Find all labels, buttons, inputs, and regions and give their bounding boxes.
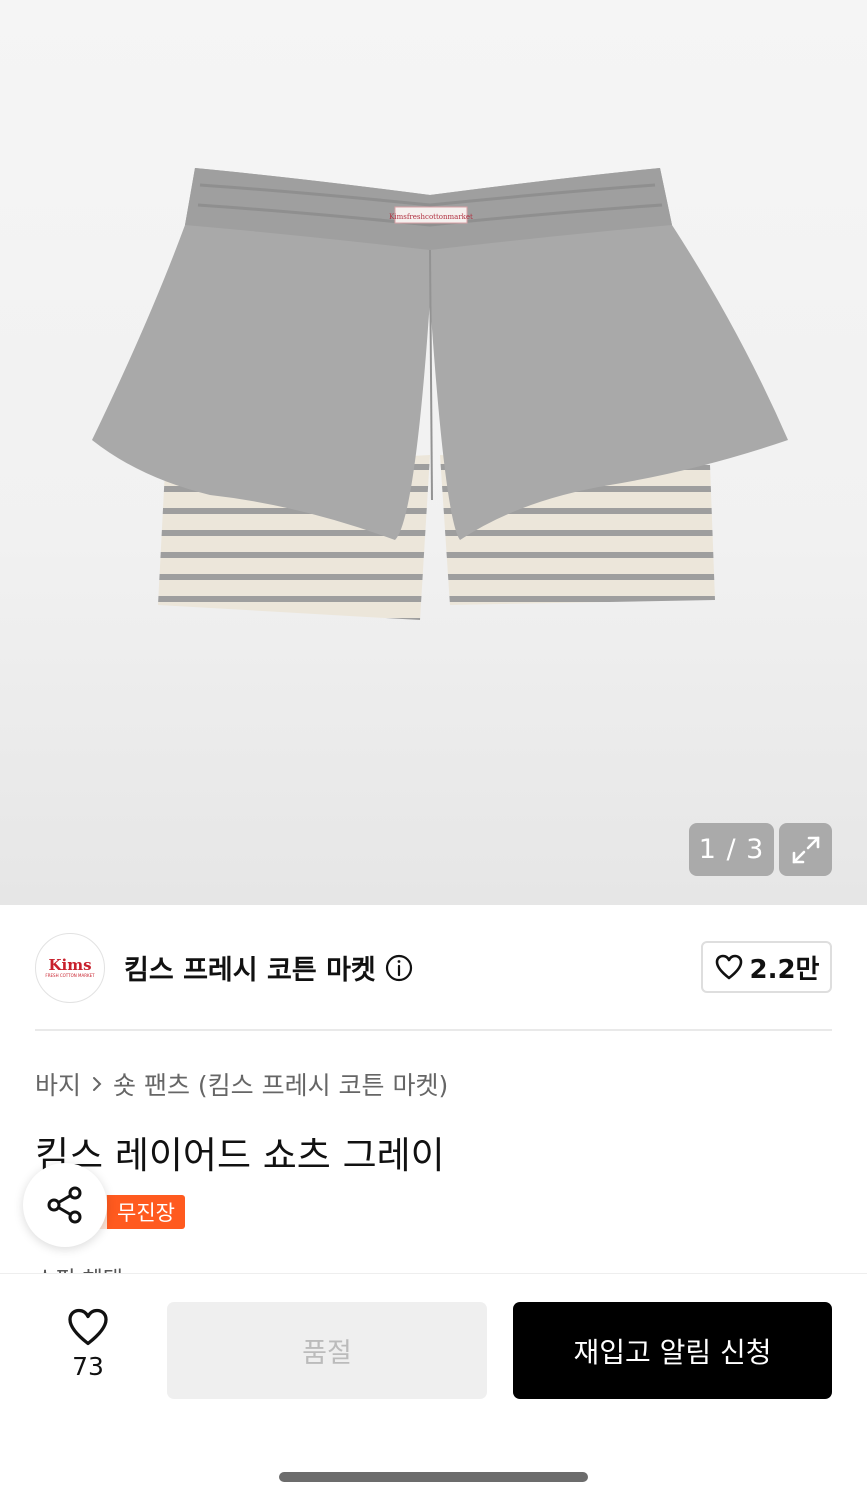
heart-icon xyxy=(68,1308,108,1346)
info-icon[interactable] xyxy=(384,953,414,983)
heart-icon xyxy=(715,954,742,980)
breadcrumb-subcategory[interactable]: 숏 팬츠 (킴스 프레시 코튼 마켓) xyxy=(113,1066,448,1102)
wishlist-count: 73 xyxy=(72,1352,104,1381)
svg-text:Kimsfreshcottonmarket: Kimsfreshcottonmarket xyxy=(389,213,473,221)
product-title: 킴스 레이어드 쇼츠 그레이 xyxy=(35,1134,445,1177)
breadcrumb: 바지 숏 팬츠 (킴스 프레시 코튼 마켓) xyxy=(35,1066,448,1102)
share-icon xyxy=(47,1186,82,1224)
home-indicator[interactable] xyxy=(279,1472,588,1482)
brand-logo-sub: FRESH COTTON MARKET xyxy=(45,972,95,978)
soldout-button: 품절 xyxy=(167,1302,487,1399)
restock-alert-button[interactable]: 재입고 알림 신청 xyxy=(513,1302,832,1399)
brand-logo-text: Kims xyxy=(48,955,92,974)
brand-row[interactable]: Kims FRESH COTTON MARKET 킴스 프레시 코튼 마켓 2.… xyxy=(35,930,832,1005)
brand-logo[interactable]: Kims FRESH COTTON MARKET xyxy=(35,932,105,1003)
image-counter: 1 / 3 xyxy=(689,823,774,876)
wishlist-button[interactable]: 73 xyxy=(43,1306,133,1381)
expand-button[interactable] xyxy=(779,823,832,876)
divider xyxy=(35,1029,832,1031)
bottom-action-bar: 73 품절 재입고 알림 신청 xyxy=(0,1273,867,1500)
product-image: Kimsfreshcottonmarket xyxy=(92,168,788,620)
breadcrumb-category[interactable]: 바지 xyxy=(35,1066,81,1102)
product-image-gallery[interactable]: Kimsfreshcottonmarket 1 / 3 xyxy=(0,0,867,905)
share-button[interactable] xyxy=(23,1163,107,1247)
chevron-right-icon xyxy=(91,1075,103,1093)
brand-like-count: 2.2만 xyxy=(749,954,820,985)
expand-icon xyxy=(792,836,819,863)
status-badge: 무진장 xyxy=(107,1195,185,1229)
brand-name[interactable]: 킴스 프레시 코튼 마켓 xyxy=(124,948,376,987)
brand-like-button[interactable]: 2.2만 xyxy=(701,941,832,993)
